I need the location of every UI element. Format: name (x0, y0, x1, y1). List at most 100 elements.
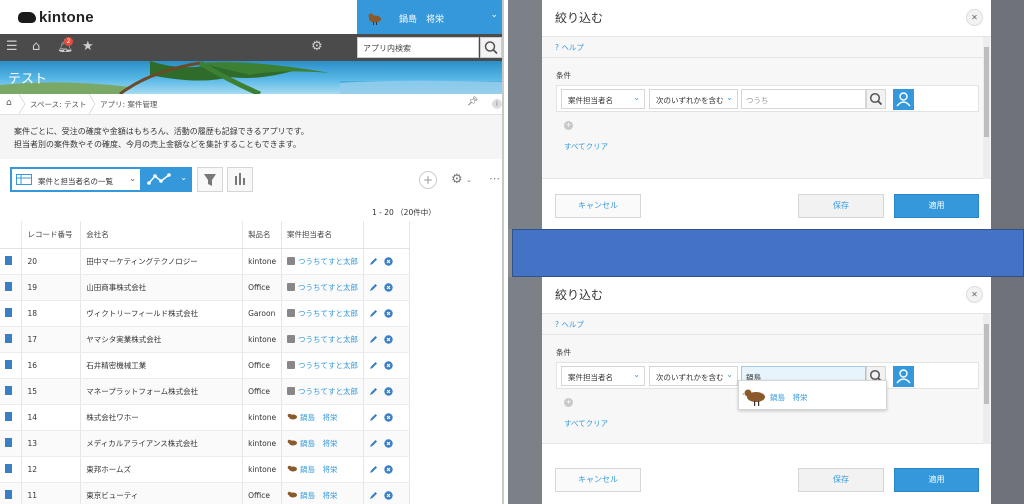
person-cell[interactable]: つうちてすと太郎 (281, 300, 364, 327)
kintone-logo[interactable]: kintone (18, 8, 94, 26)
save-button[interactable]: 保存 (798, 468, 884, 492)
apply-button[interactable]: 適用 (894, 194, 979, 218)
scrollbar-thumb[interactable] (984, 324, 989, 404)
edit-pencil-icon[interactable] (369, 387, 378, 396)
add-record-button[interactable]: + (419, 171, 437, 189)
edit-pencil-icon[interactable] (369, 283, 378, 292)
edit-pencil-icon[interactable] (369, 465, 378, 474)
person-name-link[interactable]: つうちてすと太郎 (298, 335, 358, 344)
edit-pencil-icon[interactable] (369, 413, 378, 422)
edit-pencil-icon[interactable] (369, 491, 378, 500)
app-search-input[interactable]: アプリ内検索 (357, 37, 479, 58)
table-row[interactable]: 13 メディカルアライアンス株式会社 kintone 鍋島 将栄 (0, 430, 410, 457)
person-cell[interactable]: つうちてすと太郎 (281, 352, 364, 379)
record-detail-cell[interactable] (0, 300, 23, 327)
clear-all-link[interactable]: すべてクリア (564, 418, 608, 429)
header-cell[interactable]: レコード番号 (21, 221, 82, 249)
delete-x-icon[interactable] (384, 309, 393, 318)
person-cell[interactable]: 鍋島 将栄 (281, 404, 364, 431)
person-name-link[interactable]: つうちてすと太郎 (298, 257, 358, 266)
gear-icon[interactable]: ⚙ (311, 39, 323, 55)
person-cell[interactable]: つうちてすと太郎 (281, 248, 364, 275)
person-name-link[interactable]: 鍋島 将栄 (300, 413, 338, 422)
edit-pencil-icon[interactable] (369, 309, 378, 318)
table-row[interactable]: 19 山田商事株式会社 Office つうちてすと太郎 (0, 274, 410, 301)
user-search-input[interactable]: つうち (741, 89, 866, 109)
dialog-scrollbar[interactable] (983, 37, 990, 179)
operator-select[interactable]: 次のいずれかを含む ⌄ (649, 366, 738, 386)
table-row[interactable]: 16 石井精密機械工業 Office つうちてすと太郎 (0, 352, 410, 379)
record-detail-cell[interactable] (0, 482, 23, 504)
close-button[interactable]: ✕ (966, 286, 983, 303)
more-options-icon[interactable]: ⋯ (489, 172, 500, 185)
delete-x-icon[interactable] (384, 491, 393, 500)
close-button[interactable]: ✕ (966, 9, 983, 26)
help-link[interactable]: ? ヘルプ (555, 319, 584, 330)
add-condition-button[interactable]: + (564, 398, 573, 407)
user-picker-button[interactable] (893, 89, 914, 110)
cancel-button[interactable]: キャンセル (555, 468, 641, 492)
user-picker-button[interactable] (893, 366, 914, 387)
table-row[interactable]: 15 マネープラットフォーム株式会社 Office つうちてすと太郎 (0, 378, 410, 405)
record-detail-cell[interactable] (0, 378, 23, 405)
table-row[interactable]: 12 東邦ホームズ kintone 鍋島 将栄 (0, 456, 410, 483)
record-detail-cell[interactable] (0, 404, 23, 431)
table-row[interactable]: 18 ヴィクトリーフィールド株式会社 Garoon つうちてすと太郎 (0, 300, 410, 327)
delete-x-icon[interactable] (384, 465, 393, 474)
person-name-link[interactable]: 鍋島 将栄 (300, 465, 338, 474)
person-name-link[interactable]: つうちてすと太郎 (298, 283, 358, 292)
add-condition-button[interactable]: + (564, 121, 573, 130)
record-detail-cell[interactable] (0, 430, 23, 457)
delete-x-icon[interactable] (384, 283, 393, 292)
table-row[interactable]: 11 東京ビューティ Office 鍋島 将栄 (0, 482, 410, 504)
view-select[interactable]: 案件と担当者名の一覧 ⌄ (10, 167, 142, 192)
table-row[interactable]: 17 ヤマシタ実業株式会社 kintone つうちてすと太郎 (0, 326, 410, 353)
record-detail-cell[interactable] (0, 352, 23, 379)
cancel-button[interactable]: キャンセル (555, 194, 641, 218)
person-cell[interactable]: 鍋島 将栄 (281, 430, 364, 457)
edit-pencil-icon[interactable] (369, 361, 378, 370)
record-detail-cell[interactable] (0, 274, 23, 301)
person-cell[interactable]: つうちてすと太郎 (281, 378, 364, 405)
breadcrumb-app[interactable]: アプリ: 案件管理 (100, 99, 157, 110)
graph-button[interactable] (227, 167, 253, 192)
header-cell[interactable]: 製品名 (242, 221, 283, 249)
delete-x-icon[interactable] (384, 257, 393, 266)
person-name-link[interactable]: 鍋島 将栄 (300, 439, 338, 448)
pin-icon[interactable]: 📌︎ (467, 97, 478, 107)
help-link[interactable]: ? ヘルプ (555, 42, 584, 53)
table-row[interactable]: 14 株式会社ワホー kintone 鍋島 将栄 (0, 404, 410, 431)
user-search-button[interactable] (866, 89, 886, 109)
delete-x-icon[interactable] (384, 335, 393, 344)
person-name-link[interactable]: つうちてすと太郎 (298, 387, 358, 396)
graph-select-button[interactable]: ⌄ (142, 167, 192, 192)
home-breadcrumb-icon[interactable]: ⌂ (6, 98, 12, 108)
delete-x-icon[interactable] (384, 361, 393, 370)
record-detail-cell[interactable] (0, 248, 23, 275)
person-name-link[interactable]: つうちてすと太郎 (298, 361, 358, 370)
edit-pencil-icon[interactable] (369, 257, 378, 266)
apply-button[interactable]: 適用 (894, 468, 979, 492)
person-cell[interactable]: 鍋島 将栄 (281, 482, 364, 504)
app-search-button[interactable] (480, 37, 502, 58)
record-detail-cell[interactable] (0, 456, 23, 483)
menu-icon[interactable]: ☰ (6, 39, 18, 55)
scrollbar-thumb[interactable] (984, 47, 989, 137)
user-suggestion-dropdown[interactable]: 鍋島 将栄 (738, 380, 887, 410)
operator-select[interactable]: 次のいずれかを含む ⌄ (649, 89, 738, 109)
field-select[interactable]: 案件担当者名 ⌄ (561, 89, 645, 109)
delete-x-icon[interactable] (384, 387, 393, 396)
delete-x-icon[interactable] (384, 439, 393, 448)
breadcrumb-space[interactable]: スペース: テスト (30, 99, 87, 110)
home-icon[interactable]: ⌂ (32, 39, 40, 55)
header-cell[interactable]: 案件担当者名 (281, 221, 364, 249)
star-icon[interactable]: ★ (82, 39, 94, 55)
person-name-link[interactable]: つうちてすと太郎 (298, 309, 358, 318)
clear-all-link[interactable]: すべてクリア (564, 141, 608, 152)
header-cell[interactable]: 会社名 (80, 221, 244, 249)
field-select[interactable]: 案件担当者名 ⌄ (561, 366, 645, 386)
filter-button[interactable] (197, 167, 223, 192)
dialog-scrollbar[interactable] (983, 314, 990, 444)
save-button[interactable]: 保存 (798, 194, 884, 218)
record-detail-cell[interactable] (0, 326, 23, 353)
